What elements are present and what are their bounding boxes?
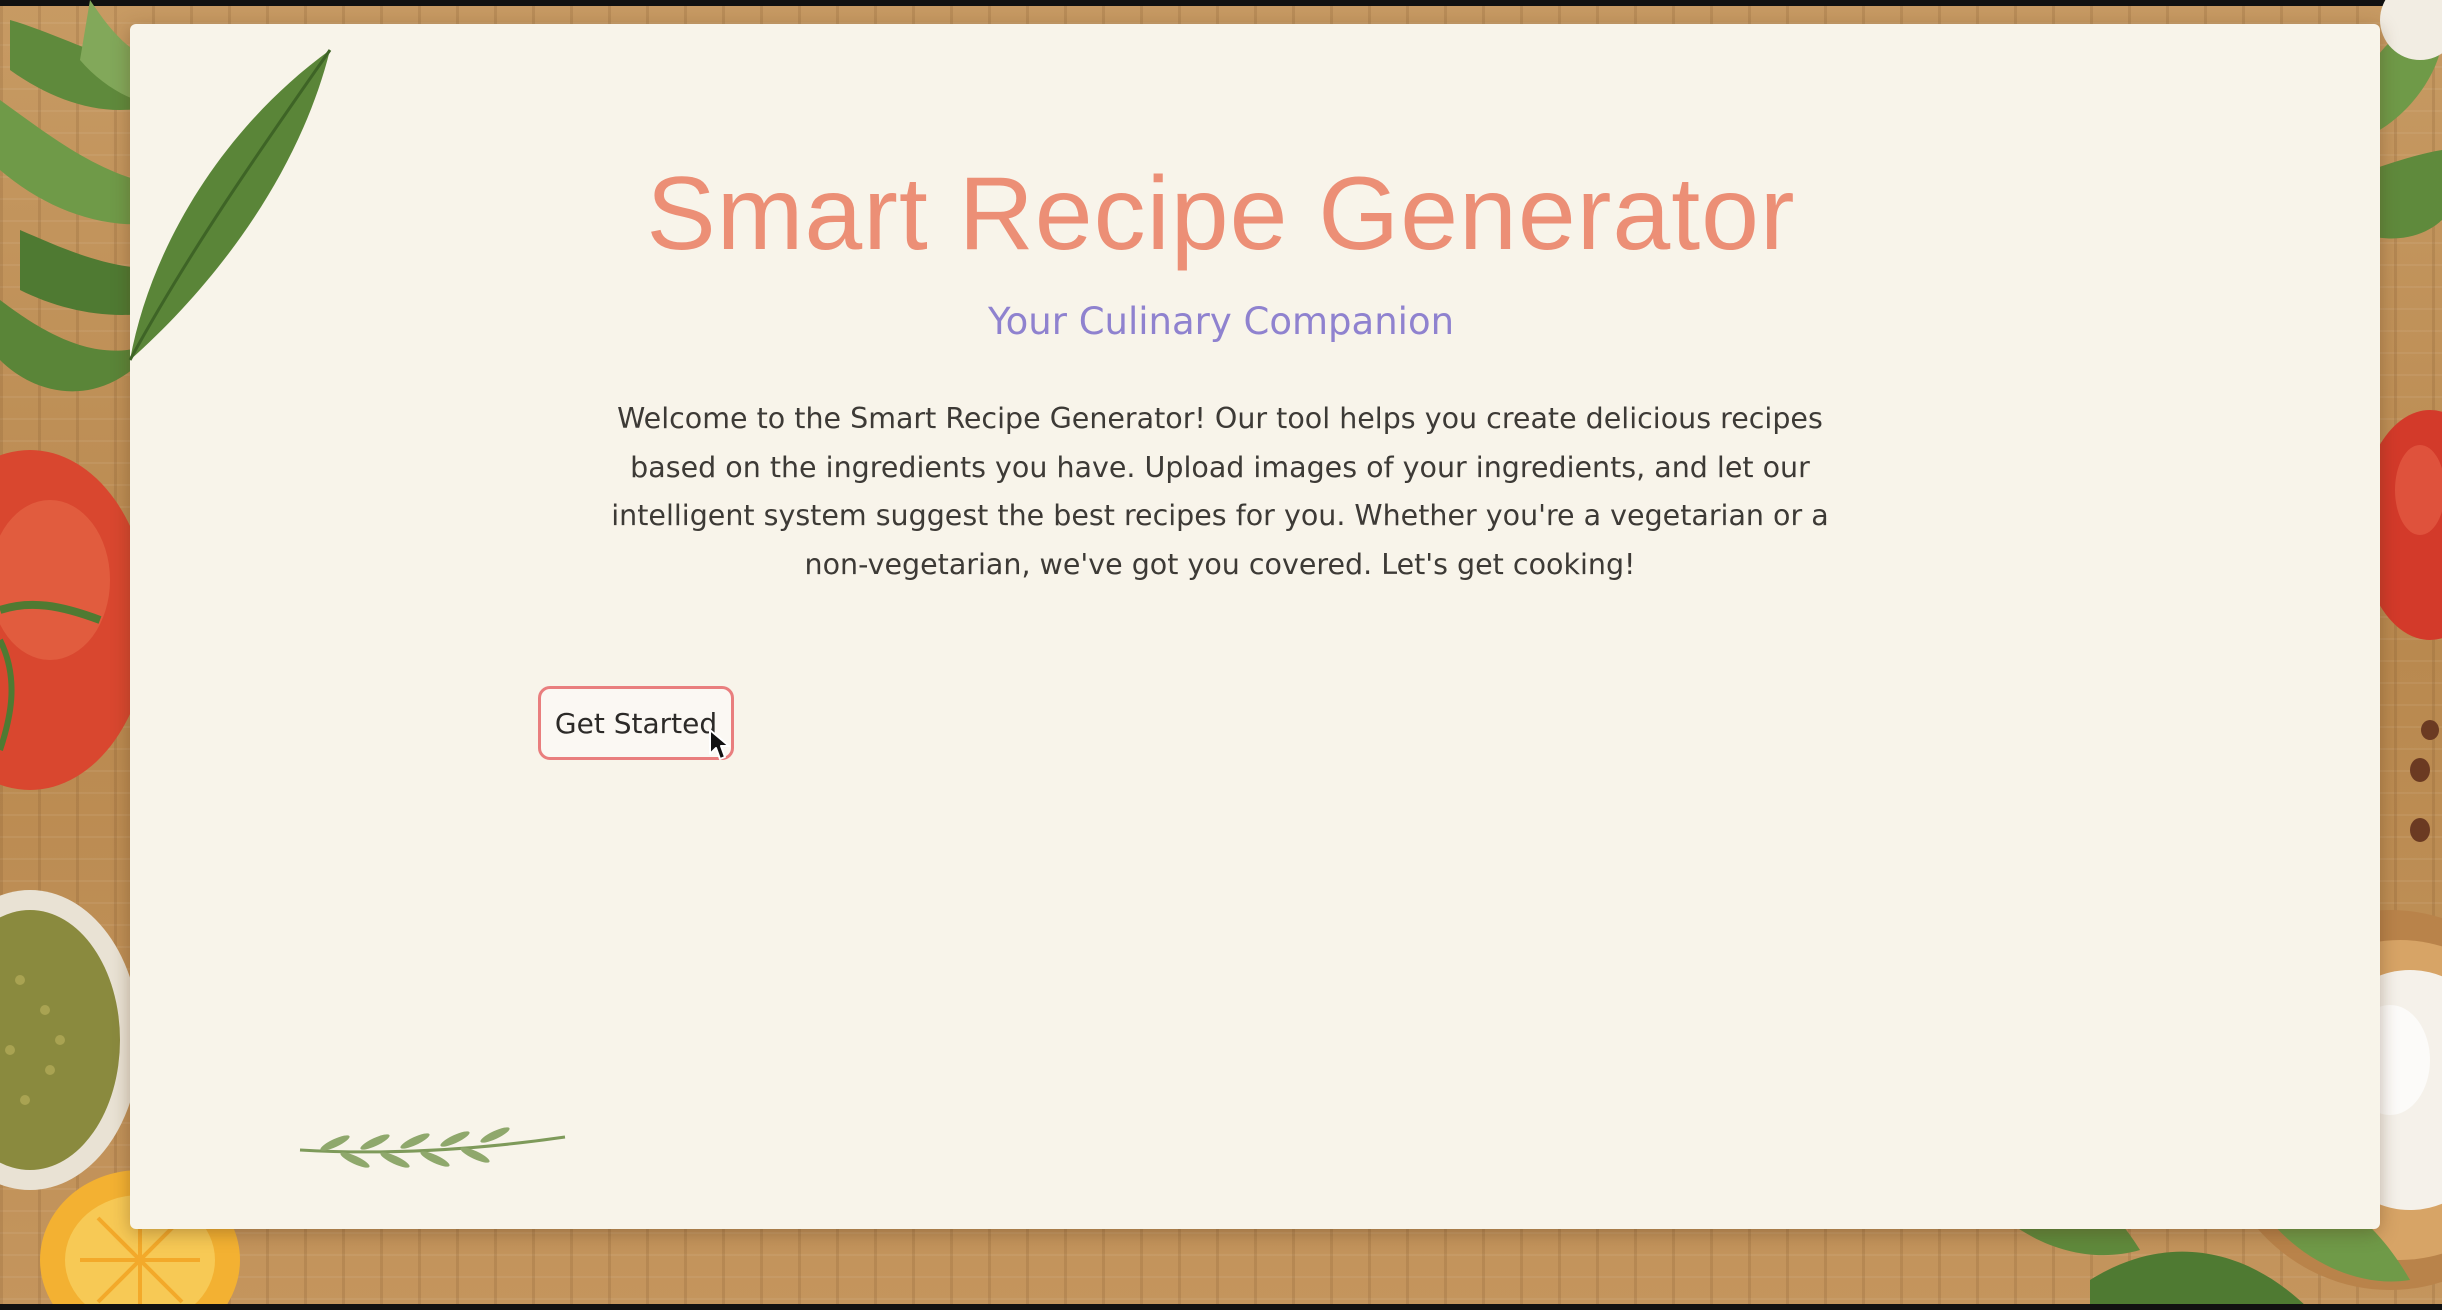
app-window: Smart Recipe Generator Your Culinary Com… [0,0,2442,1310]
page-title: Smart Recipe Generator [646,156,1796,272]
page-subtitle: Your Culinary Companion [987,300,1455,343]
window-top-edge [0,0,2442,6]
window-bottom-edge [0,1304,2442,1310]
get-started-button[interactable]: Get Started [538,686,734,760]
rosemary-sprig-icon [299,1127,566,1168]
mouse-pointer-icon [709,729,730,760]
welcome-paragraph: Welcome to the Smart Recipe Generator! O… [611,402,1829,581]
